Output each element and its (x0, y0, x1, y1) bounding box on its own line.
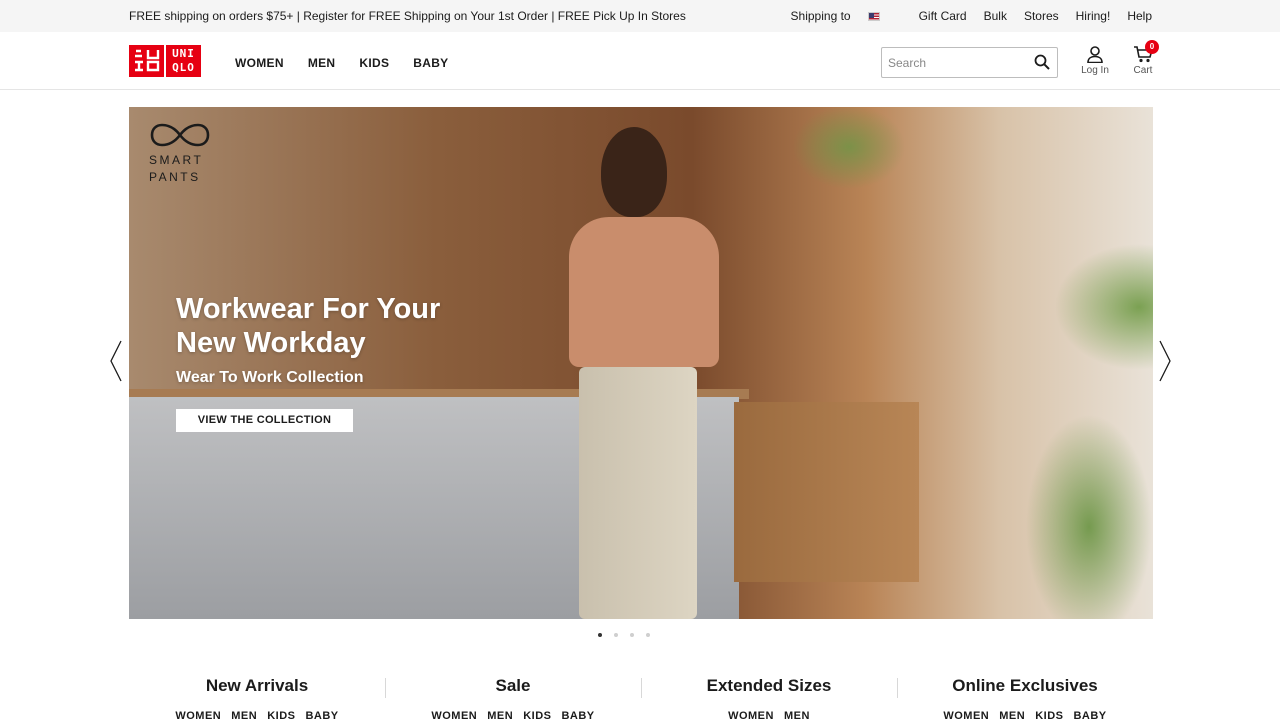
hero-photo-shirt (569, 217, 719, 367)
category-link[interactable]: MEN (487, 710, 513, 720)
category-title[interactable]: Extended Sizes (641, 676, 897, 696)
logo-katakana-block (129, 45, 164, 77)
carousel-next-arrow-icon[interactable] (1158, 340, 1172, 382)
stores-link[interactable]: Stores (1024, 9, 1059, 23)
logo-line-2: QLO (172, 61, 195, 74)
category-new-arrivals: New Arrivals WOMEN MEN KIDS BABY (129, 676, 385, 720)
infinity-icon (150, 123, 210, 147)
nav-baby[interactable]: BABY (413, 56, 448, 70)
category-link[interactable]: KIDS (267, 710, 295, 720)
logo-katakana-icon (135, 49, 160, 72)
category-link[interactable]: BABY (1073, 710, 1106, 720)
nav-women[interactable]: WOMEN (235, 56, 284, 70)
smart-pants-line-1: SMART (149, 153, 204, 167)
hero-banner[interactable]: SMART PANTS Workwear For Your New Workda… (129, 107, 1153, 619)
cart-label: Cart (1133, 65, 1153, 76)
nav-men[interactable]: MEN (308, 56, 336, 70)
category-link[interactable]: WOMEN (175, 710, 221, 720)
login-button[interactable]: Log In (1080, 46, 1110, 76)
category-links: WOMEN MEN (641, 710, 897, 720)
shipping-to-label: Shipping to (790, 9, 851, 23)
login-label: Log In (1081, 65, 1109, 76)
cart-button[interactable]: 0 Cart (1130, 40, 1159, 76)
category-title[interactable]: Online Exclusives (897, 676, 1153, 696)
utility-links: Shipping to Gift Card Bulk Stores Hiring… (774, 9, 1152, 23)
search-input[interactable] (882, 48, 1030, 77)
carousel-dot[interactable] (614, 633, 618, 637)
uniqlo-logo[interactable]: UNI QLO (129, 45, 201, 77)
search-icon[interactable] (1034, 54, 1050, 70)
carousel-dot[interactable] (630, 633, 634, 637)
category-links: WOMEN MEN KIDS BABY (897, 710, 1153, 720)
smart-pants-badge: SMART PANTS (149, 122, 211, 186)
category-link[interactable]: MEN (231, 710, 257, 720)
category-link[interactable]: MEN (784, 710, 810, 720)
cart-count-badge: 0 (1145, 40, 1159, 54)
smart-pants-line-2: PANTS (149, 170, 201, 184)
category-link[interactable]: MEN (999, 710, 1025, 720)
category-row: New Arrivals WOMEN MEN KIDS BABY Sale WO… (129, 676, 1153, 720)
promo-text[interactable]: FREE shipping on orders $75+ | Register … (129, 9, 686, 23)
category-title[interactable]: New Arrivals (129, 676, 385, 696)
category-link[interactable]: BABY (305, 710, 338, 720)
shipping-to-selector[interactable]: Shipping to (774, 9, 880, 23)
category-sale: Sale WOMEN MEN KIDS BABY (385, 676, 641, 720)
user-icon (1087, 46, 1103, 63)
logo-latin-block: UNI QLO (166, 45, 201, 77)
category-link[interactable]: WOMEN (728, 710, 774, 720)
main-nav: WOMEN MEN KIDS BABY (235, 56, 448, 70)
category-link[interactable]: KIDS (1035, 710, 1063, 720)
category-link[interactable]: WOMEN (943, 710, 989, 720)
promo-bar: FREE shipping on orders $75+ | Register … (0, 0, 1280, 32)
category-title[interactable]: Sale (385, 676, 641, 696)
category-link[interactable]: KIDS (523, 710, 551, 720)
hero-photo-head (601, 127, 667, 217)
category-link[interactable]: WOMEN (431, 710, 477, 720)
hero-title: Workwear For Your New Workday (176, 293, 441, 359)
hero-subtitle: Wear To Work Collection (176, 369, 364, 386)
category-extended-sizes: Extended Sizes WOMEN MEN (641, 676, 897, 720)
carousel-dot[interactable] (646, 633, 650, 637)
view-collection-button[interactable]: VIEW THE COLLECTION (176, 409, 353, 432)
carousel-dots (598, 633, 650, 637)
category-link[interactable]: BABY (561, 710, 594, 720)
carousel-prev-arrow-icon[interactable] (109, 340, 123, 382)
gift-card-link[interactable]: Gift Card (919, 9, 967, 23)
logo-line-1: UNI (172, 47, 195, 60)
hero-photo-cabinet (734, 402, 919, 582)
category-online-exclusives: Online Exclusives WOMEN MEN KIDS BABY (897, 676, 1153, 720)
help-link[interactable]: Help (1127, 9, 1152, 23)
carousel-dot[interactable] (598, 633, 602, 637)
hiring-link[interactable]: Hiring! (1076, 9, 1111, 23)
hero-photo-pants (579, 367, 697, 619)
search-box (881, 47, 1058, 78)
bulk-link[interactable]: Bulk (984, 9, 1007, 23)
category-links: WOMEN MEN KIDS BABY (385, 710, 641, 720)
category-links: WOMEN MEN KIDS BABY (129, 710, 385, 720)
nav-kids[interactable]: KIDS (359, 56, 389, 70)
us-flag-icon (867, 11, 880, 21)
site-header: UNI QLO WOMEN MEN KIDS BABY Log In 0 Car… (0, 32, 1280, 90)
